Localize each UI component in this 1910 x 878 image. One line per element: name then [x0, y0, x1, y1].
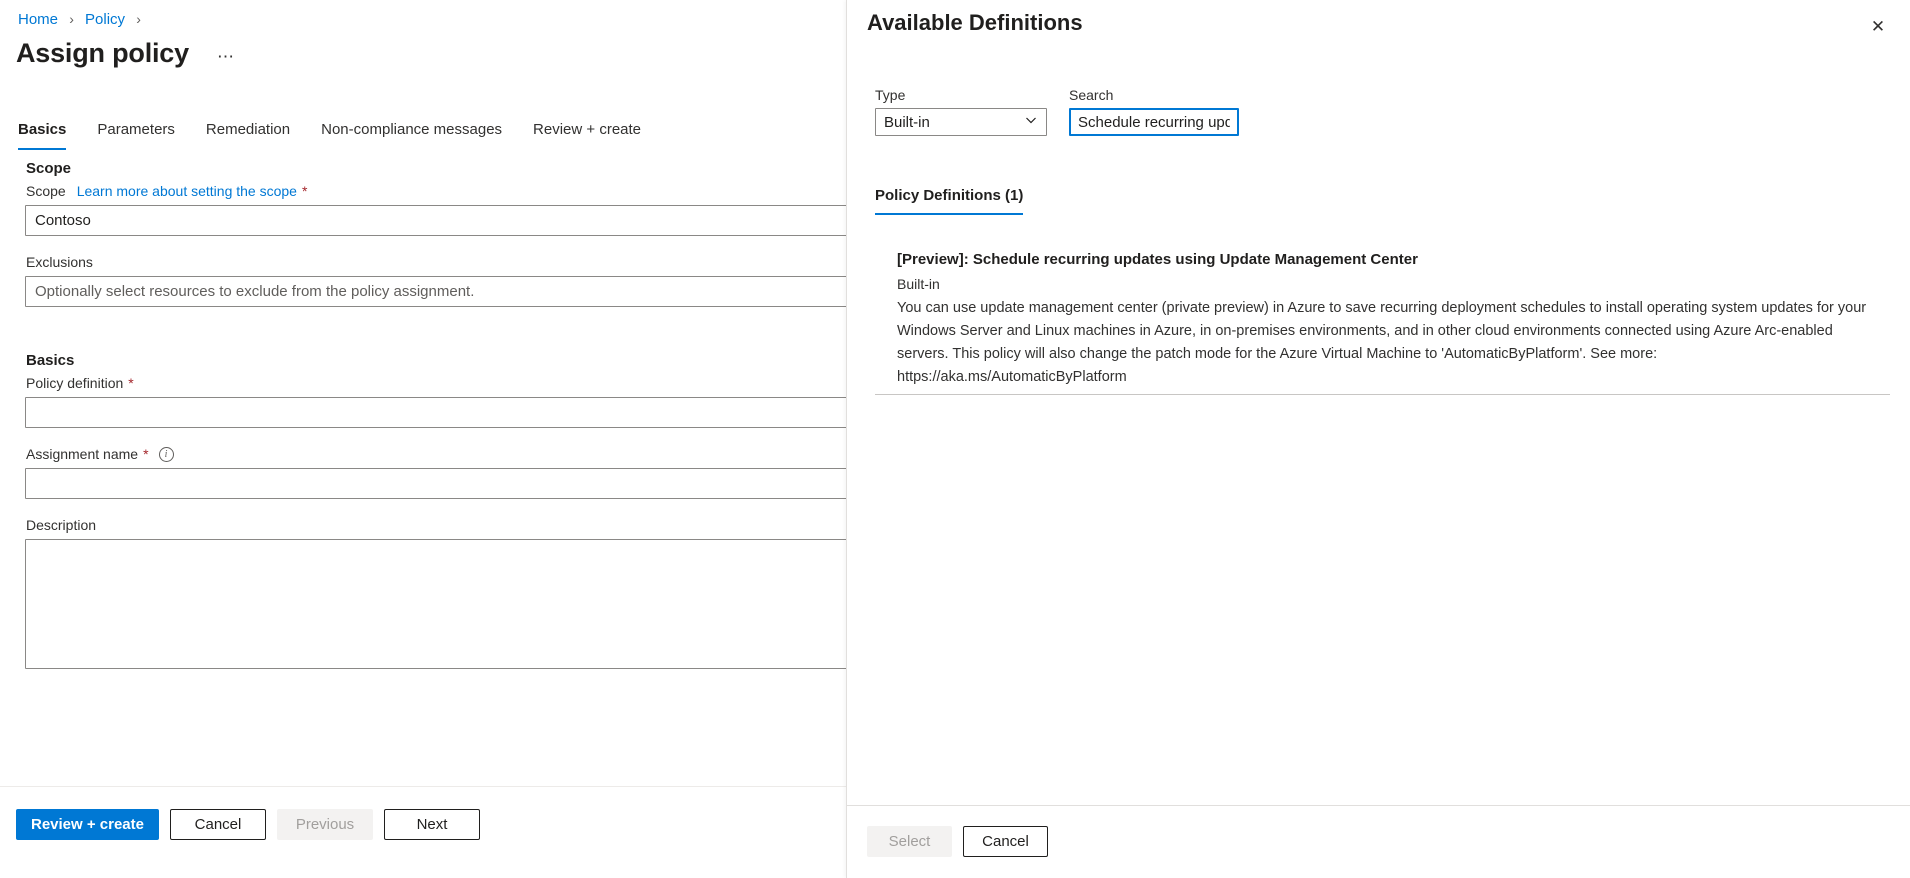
breadcrumb-separator-icon: ›: [69, 11, 74, 27]
tab-remediation[interactable]: Remediation: [206, 120, 290, 150]
scope-input[interactable]: [25, 205, 846, 236]
policy-definition-input[interactable]: [25, 397, 846, 428]
list-divider: [875, 394, 1890, 395]
azure-portal-screen: Home › Policy › Assign policy ⋯ Basics P…: [0, 0, 1910, 878]
breadcrumb-item-home[interactable]: Home: [18, 11, 58, 28]
assignment-name-required-asterisk: *: [143, 446, 149, 462]
pane-cancel-button[interactable]: Cancel: [963, 826, 1048, 857]
wizard-footer-buttons: Review + create Cancel Previous Next: [16, 809, 491, 840]
breadcrumb-item-policy[interactable]: Policy: [85, 11, 125, 28]
select-button: Select: [867, 826, 952, 857]
page-title-row: Assign policy ⋯: [16, 36, 240, 70]
pane-footer-buttons: Select Cancel: [867, 826, 1059, 857]
search-input[interactable]: [1069, 108, 1239, 136]
cancel-button[interactable]: Cancel: [170, 809, 266, 840]
list-item[interactable]: [Preview]: Schedule recurring updates us…: [875, 232, 1890, 394]
exclusions-label-text: Exclusions: [26, 254, 93, 270]
tab-basics[interactable]: Basics: [18, 120, 67, 150]
wizard-tabs: Basics Parameters Remediation Non-compli…: [18, 120, 672, 150]
available-definitions-pane: Available Definitions ✕ Type Built-in Se…: [846, 0, 1910, 878]
pane-title: Available Definitions: [867, 10, 1083, 35]
assignment-name-label-text: Assignment name: [26, 446, 139, 462]
pane-footer: Select Cancel: [847, 805, 1910, 878]
exclusions-input[interactable]: [25, 276, 846, 307]
type-label: Type: [875, 87, 906, 103]
tab-review-create[interactable]: Review + create: [533, 120, 641, 150]
scope-required-asterisk: *: [301, 183, 308, 199]
search-label: Search: [1069, 87, 1114, 103]
policy-definition-label-text: Policy definition: [26, 375, 124, 391]
assign-policy-blade: Home › Policy › Assign policy ⋯ Basics P…: [0, 0, 846, 878]
scope-learn-more-link[interactable]: Learn more about setting the scope: [77, 182, 297, 201]
breadcrumb: Home › Policy ›: [18, 10, 148, 29]
policy-definition-required-asterisk: *: [128, 375, 134, 391]
info-icon[interactable]: i: [158, 447, 174, 462]
tab-parameters[interactable]: Parameters: [97, 120, 175, 150]
scope-section-heading: Scope: [26, 160, 72, 177]
pane-tabs: Policy Definitions (1): [875, 186, 1024, 215]
more-actions-icon[interactable]: ⋯: [211, 48, 240, 66]
wizard-footer: Review + create Cancel Previous Next: [0, 786, 846, 878]
exclusions-field-label: Exclusions: [26, 253, 846, 272]
scope-label-text: Scope: [26, 183, 66, 199]
review-create-button[interactable]: Review + create: [16, 809, 159, 840]
next-button[interactable]: Next: [384, 809, 480, 840]
description-textarea[interactable]: [25, 539, 846, 669]
description-label-text: Description: [26, 517, 97, 533]
pane-filters: Type Built-in Search: [875, 86, 1261, 136]
previous-button: Previous: [277, 809, 373, 840]
description-field-label: Description: [26, 516, 846, 535]
breadcrumb-separator-icon: ›: [136, 11, 141, 27]
assignment-name-input[interactable]: [25, 468, 846, 499]
policy-definition-field-label: Policy definition *: [26, 374, 846, 393]
result-title: [Preview]: Schedule recurring updates us…: [897, 251, 1418, 268]
chevron-down-icon: [1024, 113, 1038, 131]
type-dropdown[interactable]: Built-in: [875, 108, 1047, 136]
assignment-name-field-label: Assignment name * i: [26, 445, 846, 464]
search-filter-group: Search: [1069, 86, 1239, 136]
tab-policy-definitions[interactable]: Policy Definitions (1): [875, 186, 1024, 215]
type-filter-group: Type Built-in: [875, 86, 1047, 136]
page-title: Assign policy: [16, 38, 189, 68]
result-type: Built-in: [897, 276, 940, 292]
scope-field-label: Scope Learn more about setting the scope…: [26, 182, 846, 201]
close-icon[interactable]: ✕: [1862, 10, 1894, 42]
basics-section-heading: Basics: [26, 352, 75, 369]
basics-form: Scope Scope Learn more about setting the…: [0, 160, 846, 786]
tab-non-compliance-messages[interactable]: Non-compliance messages: [321, 120, 502, 150]
result-description: You can use update management center (pr…: [897, 300, 1867, 385]
type-selected-value: Built-in: [884, 113, 930, 131]
